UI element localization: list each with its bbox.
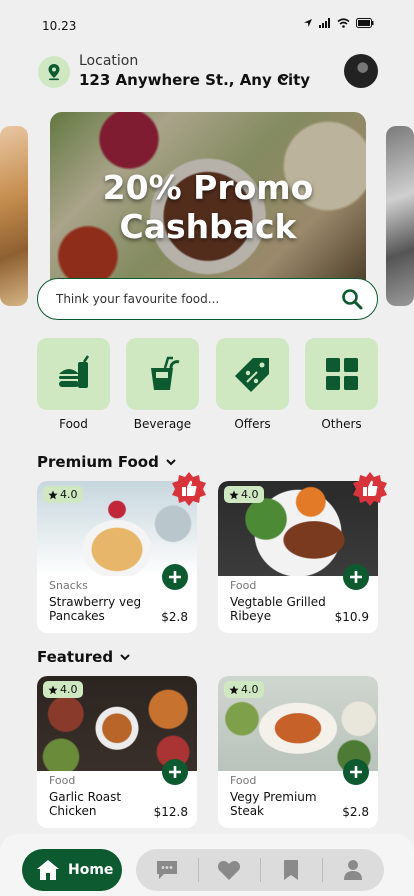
food-price: $2.8 bbox=[342, 805, 369, 819]
rating-value: 4.0 bbox=[241, 683, 259, 696]
home-icon bbox=[37, 860, 59, 880]
rating-value: 4.0 bbox=[241, 488, 259, 501]
chevron-down-icon[interactable] bbox=[165, 456, 177, 468]
search-input[interactable] bbox=[56, 292, 341, 306]
food-name: Vegtable Grilled Ribeye bbox=[230, 595, 326, 623]
bottom-nav: Home bbox=[0, 834, 414, 896]
category-offers[interactable]: Offers bbox=[216, 338, 289, 431]
chat-icon bbox=[157, 861, 177, 879]
category-label: Food bbox=[59, 417, 88, 431]
wifi-icon bbox=[337, 18, 350, 28]
grid-icon bbox=[325, 358, 358, 390]
nav-pill bbox=[136, 849, 384, 891]
add-to-cart-button[interactable] bbox=[162, 564, 188, 590]
status-bar: 10.23 bbox=[0, 0, 414, 52]
promo-line-2: Cashback bbox=[119, 207, 297, 246]
nav-bookmark-button[interactable] bbox=[260, 849, 322, 891]
signal-icon bbox=[319, 18, 330, 28]
nav-home-button[interactable]: Home bbox=[22, 849, 122, 891]
discount-tag-icon bbox=[234, 358, 269, 392]
featured-section-header[interactable]: Featured bbox=[37, 648, 131, 666]
food-category: Food bbox=[230, 774, 257, 787]
food-price: $2.8 bbox=[161, 610, 188, 624]
rating-badge: 4.0 bbox=[224, 681, 264, 698]
star-icon bbox=[48, 490, 58, 499]
add-to-cart-button[interactable] bbox=[162, 759, 188, 785]
rating-badge: 4.0 bbox=[224, 486, 264, 503]
rating-value: 4.0 bbox=[60, 683, 78, 696]
location-label: Location bbox=[79, 53, 139, 69]
nav-profile-button[interactable] bbox=[322, 849, 384, 891]
add-to-cart-button[interactable] bbox=[343, 759, 369, 785]
category-food[interactable]: Food bbox=[37, 338, 110, 431]
bookmark-icon bbox=[284, 860, 298, 880]
location-address[interactable]: 123 Anywhere St., Any City bbox=[79, 71, 310, 89]
premium-section-title: Premium Food bbox=[37, 453, 159, 471]
add-to-cart-button[interactable] bbox=[343, 564, 369, 590]
status-icons bbox=[303, 18, 374, 28]
thumbs-up-icon bbox=[171, 471, 207, 507]
category-tile[interactable] bbox=[305, 338, 378, 410]
burger-drink-icon bbox=[58, 355, 89, 388]
category-label: Beverage bbox=[133, 417, 192, 431]
promo-banner[interactable]: 20% Promo Cashback bbox=[50, 112, 366, 292]
category-label: Others bbox=[321, 417, 362, 431]
chevron-down-icon[interactable] bbox=[119, 651, 131, 663]
category-tile[interactable] bbox=[216, 338, 289, 410]
category-beverage[interactable]: Beverage bbox=[126, 338, 199, 431]
search-icon[interactable] bbox=[341, 288, 363, 310]
rating-badge: 4.0 bbox=[43, 486, 83, 503]
star-icon bbox=[48, 685, 58, 694]
food-card-premium-steak[interactable]: 4.0 Food Vegy Premium Steak $2.8 bbox=[218, 676, 378, 828]
rating-badge: 4.0 bbox=[43, 681, 83, 698]
premium-section-header[interactable]: Premium Food bbox=[37, 453, 177, 471]
star-icon bbox=[229, 685, 239, 694]
food-category: Food bbox=[230, 579, 257, 592]
category-label: Offers bbox=[234, 417, 271, 431]
location-arrow-icon bbox=[304, 19, 312, 27]
battery-icon bbox=[356, 18, 374, 28]
drink-icon bbox=[150, 356, 180, 390]
nav-favorites-button[interactable] bbox=[198, 849, 260, 891]
rating-value: 4.0 bbox=[60, 488, 78, 501]
status-time: 10.23 bbox=[42, 19, 77, 33]
plus-icon bbox=[350, 766, 362, 778]
plus-icon bbox=[169, 571, 181, 583]
food-price: $12.8 bbox=[153, 805, 188, 819]
food-price: $10.9 bbox=[334, 610, 369, 624]
thumbs-up-icon bbox=[352, 471, 388, 507]
search-bar bbox=[37, 278, 378, 320]
nav-chat-button[interactable] bbox=[136, 849, 198, 891]
promo-line-1: 20% Promo bbox=[102, 168, 314, 207]
food-category: Food bbox=[49, 774, 76, 787]
plus-icon bbox=[350, 571, 362, 583]
food-name: Vegy Premium Steak bbox=[230, 790, 317, 818]
category-others[interactable]: Others bbox=[305, 338, 378, 431]
food-name: Strawberry veg Pancakes bbox=[49, 595, 142, 623]
food-card-roast-chicken[interactable]: 4.0 Food Garlic Roast Chicken $12.8 bbox=[37, 676, 197, 828]
carousel-next-card[interactable] bbox=[386, 126, 414, 306]
category-tile[interactable] bbox=[126, 338, 199, 410]
profile-icon bbox=[344, 860, 362, 880]
nav-home-label: Home bbox=[68, 862, 114, 878]
category-tile[interactable] bbox=[37, 338, 110, 410]
featured-section-title: Featured bbox=[37, 648, 114, 666]
promo-banner-text: 20% Promo Cashback bbox=[50, 168, 366, 246]
plus-icon bbox=[169, 766, 181, 778]
location-pin-icon bbox=[38, 56, 70, 88]
star-icon bbox=[229, 490, 239, 499]
food-name: Garlic Roast Chicken bbox=[49, 790, 122, 818]
avatar[interactable] bbox=[344, 54, 378, 88]
carousel-prev-card[interactable] bbox=[0, 126, 28, 306]
heart-icon bbox=[217, 860, 241, 880]
chevron-down-icon[interactable] bbox=[278, 72, 290, 84]
food-category: Snacks bbox=[49, 579, 88, 592]
